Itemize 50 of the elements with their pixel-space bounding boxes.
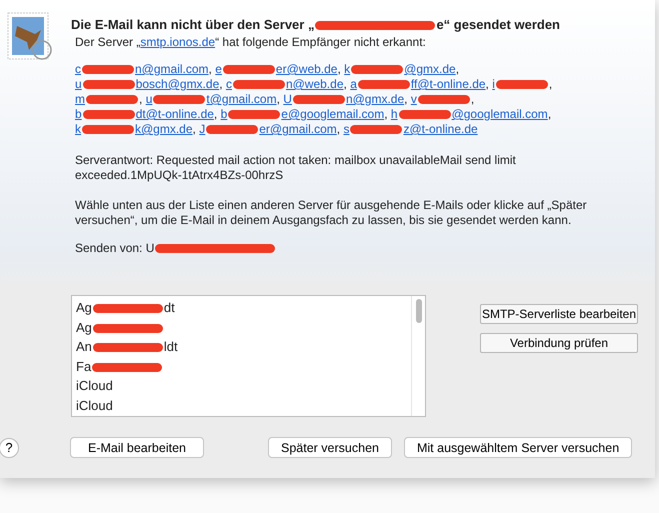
recipient-link[interactable]: u bosch@gmx.de	[75, 77, 220, 91]
help-button[interactable]: ?	[0, 438, 19, 458]
separator: ,	[219, 77, 223, 91]
separator: ,	[214, 107, 218, 121]
server-message: Der Server „smtp.ionos.de“ hat folgende Empfänger nicht erkannt:	[75, 35, 427, 50]
recipient-link[interactable]: b e@googlemail.com	[220, 107, 384, 121]
side-button[interactable]: SMTP-Serverliste bearbeiten	[480, 304, 638, 324]
side-button[interactable]: Verbindung prüfen	[480, 333, 638, 353]
separator: ,	[192, 122, 196, 136]
recipient-link[interactable]: b dt@t-online.de	[75, 107, 214, 121]
recipient-link[interactable]: U n@gmx.de	[283, 92, 404, 106]
server-link[interactable]: smtp.ionos.de	[140, 35, 216, 49]
action-button[interactable]: Mit ausgewähltem Server versuchen	[404, 437, 632, 458]
separator: ,	[548, 107, 552, 121]
server-item[interactable]: Ag	[76, 318, 407, 337]
recipient-link[interactable]: a ff@t-online.de	[350, 77, 486, 91]
action-button[interactable]: Später versuchen	[268, 437, 392, 458]
recipient-link[interactable]: c n@web.de	[226, 77, 344, 91]
separator: ,	[486, 77, 489, 91]
dialog-title: Die E-Mail kann nicht über den Server „ e“ gesendet werden	[71, 17, 561, 32]
server-item[interactable]: Ag dt	[76, 298, 407, 318]
instructions-text: Wähle unten aus der Liste einen anderen Server für ausgehende E-Mails oder klicke auf „Später versuchen“, um die E-Mail in deinem Ausgangsfach zu lassen, bis sie gesendet werden kann.	[75, 198, 588, 228]
recipient-link[interactable]: c n@gmail.com	[75, 62, 209, 76]
server-item[interactable]: An ldt	[76, 337, 407, 356]
separator: ,	[208, 62, 212, 76]
server-item[interactable]: iCloud	[76, 396, 407, 415]
recipient-link[interactable]: u t@gmail.com	[146, 92, 277, 106]
recipient-link[interactable]: s z@t-online.de	[343, 122, 478, 136]
separator: ,	[139, 92, 142, 106]
recipient-link[interactable]: k k@gmx.de	[75, 122, 193, 136]
recipient-link[interactable]: h @googlemail.com	[390, 107, 548, 121]
recipient-link[interactable]: k @gmx.de	[344, 62, 456, 76]
scrollbar[interactable]	[411, 296, 425, 416]
server-item[interactable]: iCloud	[76, 376, 407, 396]
action-button[interactable]: E-Mail bearbeiten	[70, 437, 204, 458]
recipient-link[interactable]: J er@gmail.com	[199, 122, 337, 136]
separator: ,	[336, 122, 340, 136]
sender-label: Senden von: U	[75, 241, 154, 255]
separator: ,	[344, 77, 347, 91]
server-item[interactable]: Fa	[76, 356, 407, 376]
recipient-link[interactable]: e er@web.de	[215, 62, 338, 76]
separator: ,	[456, 62, 460, 76]
separator: ,	[548, 77, 552, 91]
separator: ,	[404, 92, 408, 106]
separator: ,	[337, 62, 341, 76]
stamp-icon	[7, 12, 53, 62]
separator: ,	[276, 92, 280, 106]
server-response: Serverantwort: Requested mail action not taken: mailbox unavailableMail send limit exceeded.1MpUQk-1tAtrx4BZs-00hrzS	[75, 153, 517, 183]
separator: ,	[384, 107, 388, 121]
separator: ,	[470, 92, 474, 106]
